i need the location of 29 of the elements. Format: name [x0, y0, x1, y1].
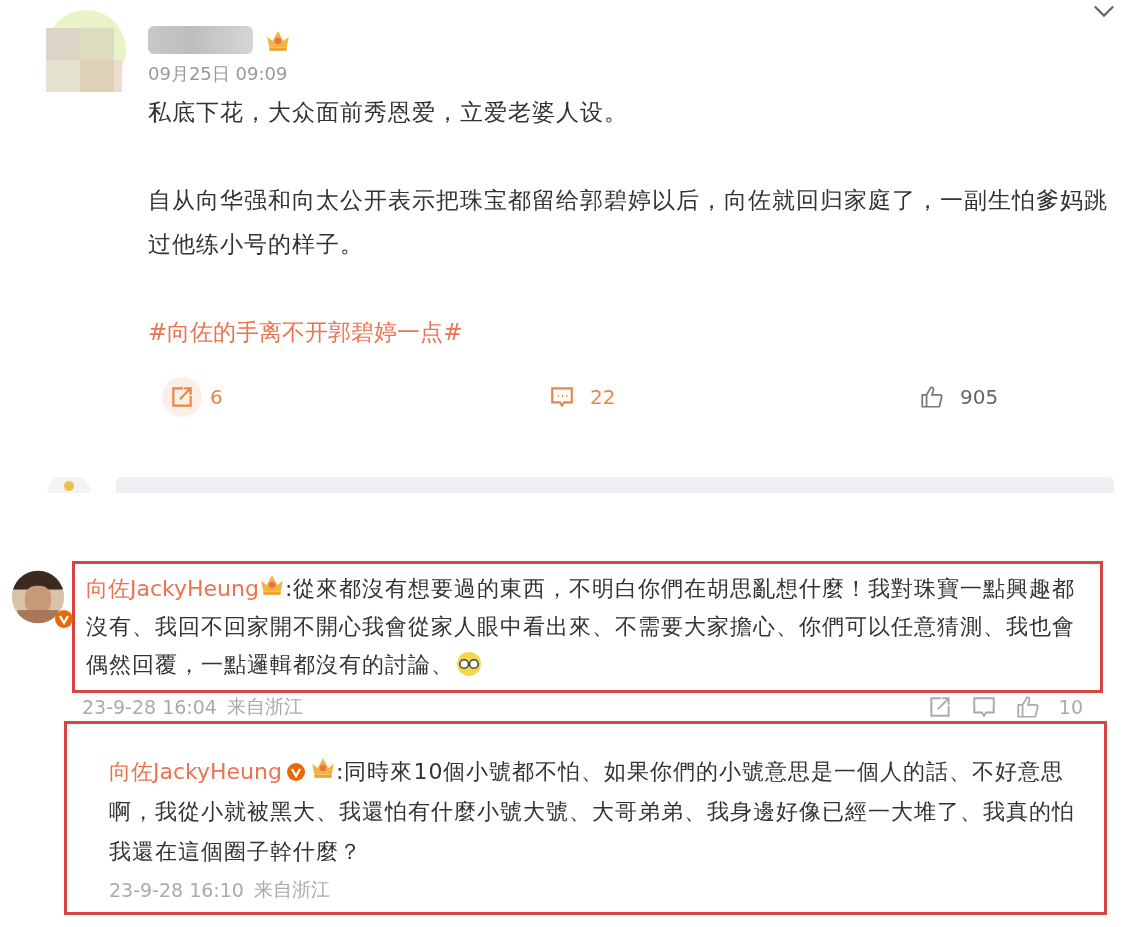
repost-button[interactable]: 6 [148, 377, 528, 417]
count: 6 [210, 385, 223, 409]
like-count: 10 [1058, 696, 1083, 718]
comment-button[interactable]: 22 [528, 377, 898, 417]
comment-source: 来自浙江 [226, 694, 303, 719]
chevron-down-icon[interactable] [1093, 4, 1115, 18]
post-date: 09月25日 09:09 [148, 62, 289, 86]
comment-time: 23-9-28 16:10 [109, 879, 244, 901]
author-link[interactable]: 向佐JackyHeung [109, 759, 282, 784]
count: 22 [590, 385, 616, 409]
thumbs-up-icon [919, 384, 945, 410]
hashtag-link[interactable]: #向佐的手离不开郭碧婷一点# [148, 310, 1108, 354]
post-text: 自从向华强和向太公开表示把珠宝都留给郭碧婷以后，向佐就回归家庭了，一副生怕爹妈跳过他练小号的样子。 [148, 186, 1108, 259]
thumbs-up-icon[interactable] [1014, 694, 1041, 720]
like-button[interactable]: 905 [898, 377, 999, 417]
comment-text: 向佐JackyHeung :從來都沒有想要過的東西，不明白你們在胡思亂想什麼！我對珠寶一點興趣都沒有、我回不回家開不開心我會從家人眼中看出來、不需要大家擔心、你們可以任意猜測、我也會偶然回覆，一點邏輯都沒有的討論、 [86, 570, 1092, 684]
verified-badge-icon [286, 762, 306, 782]
author-link[interactable]: 向佐JackyHeung [86, 576, 259, 601]
share-icon [169, 384, 195, 410]
comment-icon [549, 384, 575, 410]
post-text: 私底下花，大众面前秀恩爱，立爱老婆人设。 [148, 98, 629, 127]
comment-icon[interactable] [970, 694, 997, 720]
comment-source: 来自浙江 [253, 877, 330, 902]
emoji-icon [456, 651, 482, 677]
count: 905 [960, 385, 999, 409]
comment-time: 23-9-28 16:04 [82, 696, 217, 718]
user-avatar-icon [44, 477, 94, 493]
comment-text: 向佐JackyHeung :同時來10個小號都不怕、如果你們的小號意思是一個人的話、不好意思啊，我從小就被黑大、我還怕有什麼小號大號、大哥弟弟、我身邊好像已經一大堆了、我真的怕我還在這個圈子幹什麼？ [109, 752, 1084, 872]
verified-badge-icon [54, 609, 74, 629]
